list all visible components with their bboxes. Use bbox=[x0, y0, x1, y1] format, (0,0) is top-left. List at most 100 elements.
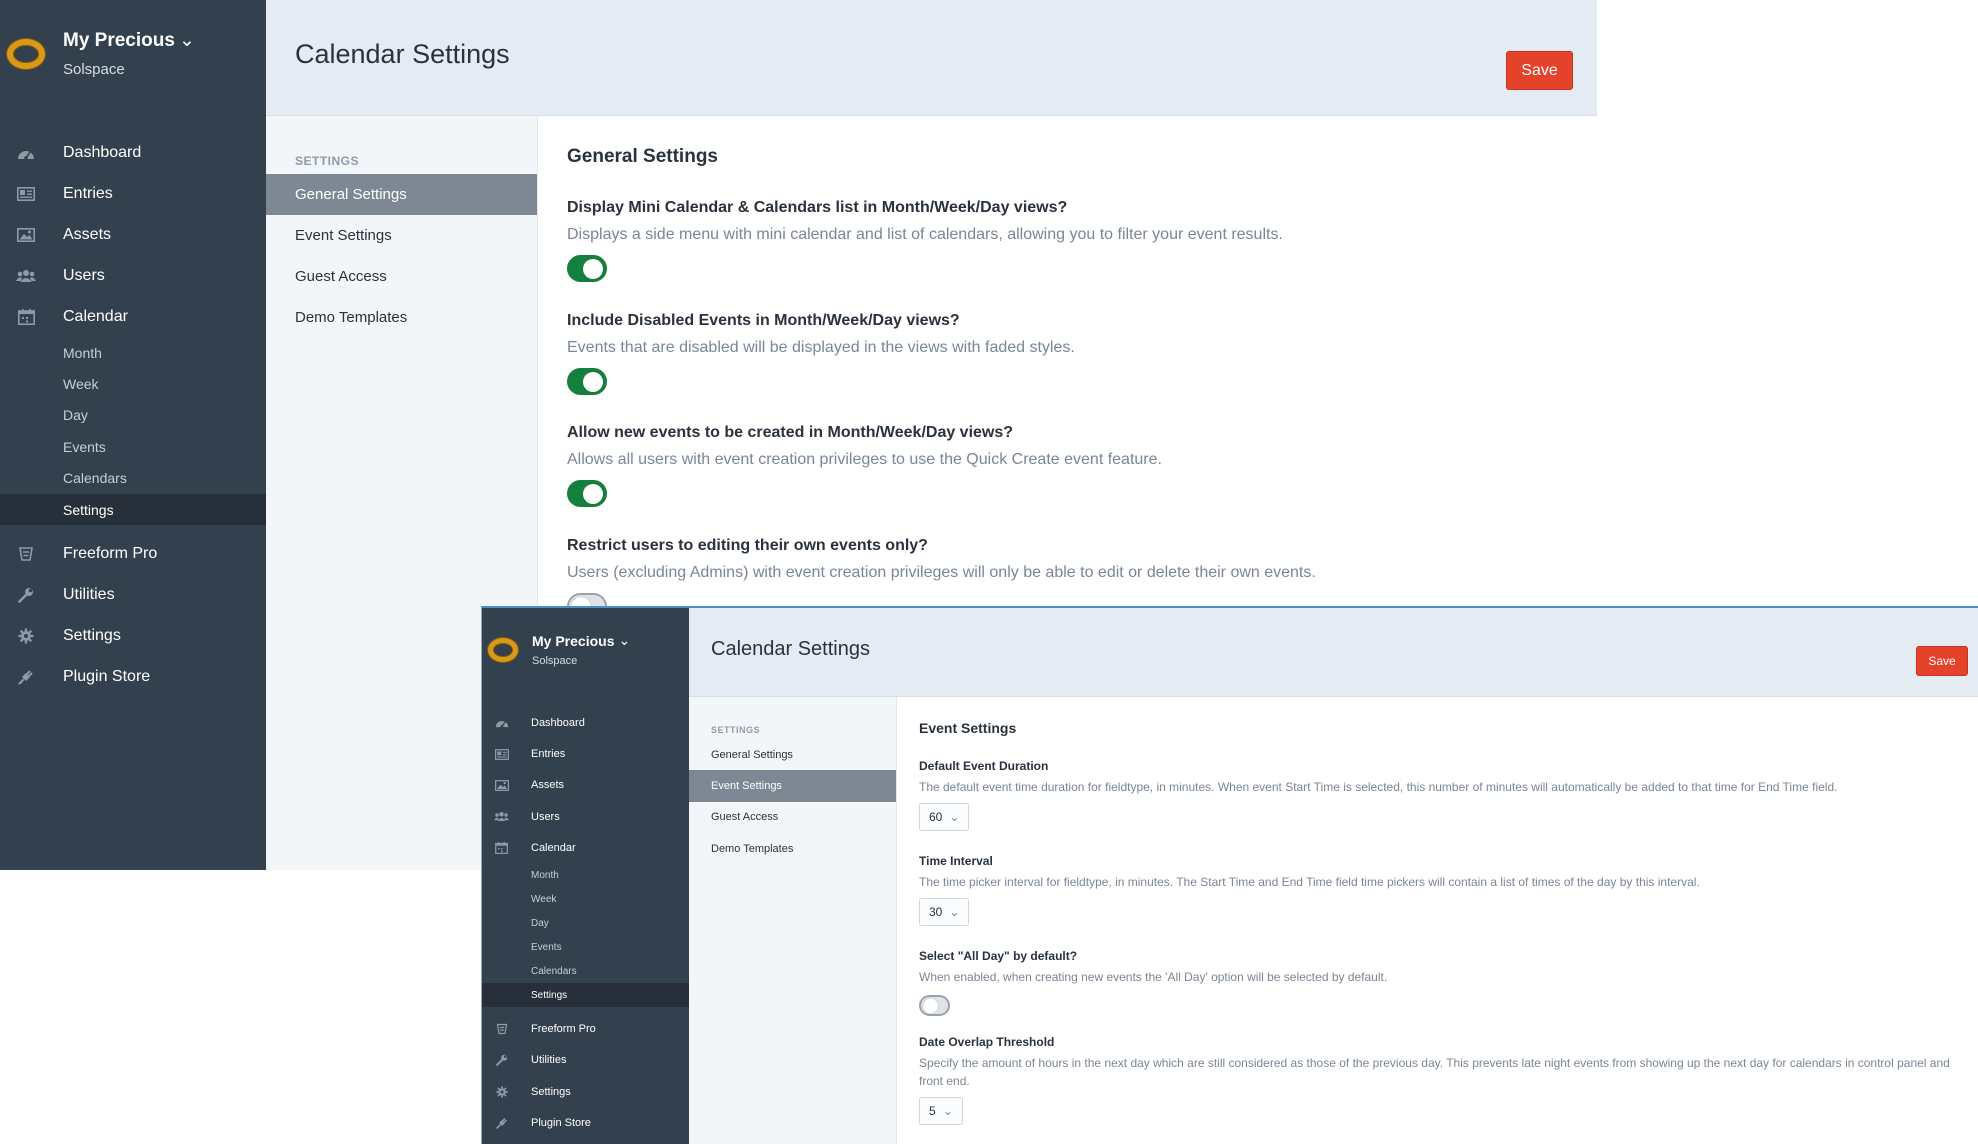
nav-item-assets[interactable]: Assets bbox=[0, 214, 266, 255]
nav-item-settings[interactable]: Settings bbox=[482, 1076, 689, 1107]
nav-sub-month[interactable]: Month bbox=[482, 864, 689, 888]
nav-label: Freeform Pro bbox=[63, 544, 158, 562]
select-value: 60 bbox=[929, 810, 943, 824]
toggle-knob bbox=[583, 483, 603, 504]
toggle-knob bbox=[583, 371, 603, 392]
nav-sub-month[interactable]: Month bbox=[0, 337, 266, 368]
setting-label: Restrict users to editing their own even… bbox=[567, 537, 928, 554]
nav-item-utilities[interactable]: Utilities bbox=[482, 1045, 689, 1076]
setting-label: Include Disabled Events in Month/Week/Da… bbox=[567, 312, 960, 329]
nav-item-dashboard[interactable]: Dashboard bbox=[0, 132, 266, 173]
nav-item-freeform[interactable]: Freeform Pro bbox=[0, 533, 266, 574]
main-nav: Dashboard Entries Assets Users Calendar … bbox=[0, 132, 266, 697]
site-name: My Precious bbox=[63, 29, 175, 51]
setting-label: Time Interval bbox=[919, 854, 993, 868]
nav-sub-week[interactable]: Week bbox=[482, 888, 689, 912]
save-button[interactable]: Save bbox=[1916, 646, 1968, 676]
freeform-icon bbox=[14, 546, 38, 562]
nav-sub-events[interactable]: Events bbox=[482, 936, 689, 960]
subnav-heading: SETTINGS bbox=[295, 154, 360, 168]
page-title: Calendar Settings bbox=[295, 39, 510, 69]
setting-disabled-events: Include Disabled Events in Month/Week/Da… bbox=[567, 312, 1075, 395]
nav-item-users[interactable]: Users bbox=[482, 801, 689, 832]
subnav-item-guest-access[interactable]: Guest Access bbox=[689, 802, 896, 833]
setting-label: Display Mini Calendar & Calendars list i… bbox=[567, 199, 1068, 216]
setting-description: Events that are disabled will be display… bbox=[567, 339, 1075, 356]
subnav-item-demo-templates[interactable]: Demo Templates bbox=[266, 297, 537, 338]
nav-label: Utilities bbox=[531, 1054, 567, 1067]
save-button[interactable]: Save bbox=[1506, 51, 1573, 90]
subnav-item-event-settings[interactable]: Event Settings bbox=[689, 770, 896, 802]
nav-sub-settings[interactable]: Settings bbox=[0, 493, 266, 526]
nav-label: Plugin Store bbox=[63, 667, 151, 685]
chevron-down-icon: ⌄ bbox=[178, 30, 195, 51]
site-brand[interactable]: My Precious ⌄ Solspace bbox=[7, 29, 195, 78]
all-day-toggle[interactable] bbox=[919, 995, 950, 1016]
nav-item-settings[interactable]: Settings bbox=[0, 615, 266, 656]
nav-item-plugin-store[interactable]: Plugin Store bbox=[482, 1107, 689, 1138]
nav-label: Freeform Pro bbox=[531, 1022, 596, 1035]
nav-label: Users bbox=[63, 266, 105, 284]
nav-sub-week[interactable]: Week bbox=[0, 368, 266, 399]
setting-default-duration: Default Event Duration The default event… bbox=[919, 759, 1958, 831]
nav-item-entries[interactable]: Entries bbox=[0, 173, 266, 214]
nav-sub-calendars[interactable]: Calendars bbox=[482, 960, 689, 984]
nav-item-users[interactable]: Users bbox=[0, 255, 266, 296]
subnav-heading: SETTINGS bbox=[711, 725, 761, 735]
dashboard-icon bbox=[493, 717, 510, 728]
nav-label: Entries bbox=[531, 748, 566, 761]
nav-item-freeform[interactable]: Freeform Pro bbox=[482, 1013, 689, 1044]
subnav-item-general-settings[interactable]: General Settings bbox=[689, 739, 896, 770]
setting-label: Date Overlap Threshold bbox=[919, 1035, 1055, 1049]
nav-label: Users bbox=[531, 810, 560, 823]
setting-quick-create: Allow new events to be created in Month/… bbox=[567, 424, 1162, 507]
site-switcher[interactable]: My Precious ⌄ bbox=[63, 29, 195, 52]
nav-item-calendar[interactable]: Calendar bbox=[0, 296, 266, 337]
main-nav: Dashboard Entries Assets Users Calendar … bbox=[482, 707, 689, 1139]
org-name: Solspace bbox=[532, 655, 578, 667]
site-name: My Precious bbox=[532, 632, 615, 649]
nav-label: Assets bbox=[531, 779, 565, 792]
setting-mini-calendar: Display Mini Calendar & Calendars list i… bbox=[567, 199, 1283, 282]
time-interval-select[interactable]: 30 ⌄ bbox=[919, 898, 970, 926]
setting-label: Allow new events to be created in Month/… bbox=[567, 424, 1014, 441]
nav-item-entries[interactable]: Entries bbox=[482, 738, 689, 769]
nav-item-calendar[interactable]: Calendar bbox=[482, 833, 689, 864]
nav-sub-day[interactable]: Day bbox=[0, 400, 266, 431]
nav-item-utilities[interactable]: Utilities bbox=[0, 574, 266, 615]
toggle-knob bbox=[923, 998, 938, 1013]
nav-sub-day[interactable]: Day bbox=[482, 912, 689, 936]
nav-label: Utilities bbox=[63, 585, 115, 603]
ring-icon bbox=[488, 638, 518, 662]
chevron-down-icon: ⌄ bbox=[949, 905, 960, 919]
nav-label: Plugin Store bbox=[531, 1117, 591, 1130]
assets-icon bbox=[493, 780, 510, 791]
nav-sub-events[interactable]: Events bbox=[0, 431, 266, 462]
nav-item-plugin-store[interactable]: Plugin Store bbox=[0, 656, 266, 697]
subnav-item-demo-templates[interactable]: Demo Templates bbox=[689, 833, 896, 864]
subnav-item-event-settings[interactable]: Event Settings bbox=[266, 215, 537, 256]
nav-item-dashboard[interactable]: Dashboard bbox=[482, 707, 689, 738]
nav-sub-settings[interactable]: Settings bbox=[482, 983, 689, 1008]
assets-icon bbox=[14, 227, 38, 242]
nav-label: Assets bbox=[63, 225, 112, 243]
setting-all-day-default: Select "All Day" by default? When enable… bbox=[919, 949, 1958, 1016]
quick-create-toggle[interactable] bbox=[567, 480, 607, 507]
site-switcher[interactable]: My Precious ⌄ bbox=[532, 632, 630, 649]
gear-icon bbox=[14, 628, 38, 644]
nav-label: Entries bbox=[63, 184, 113, 202]
default-duration-select[interactable]: 60 ⌄ bbox=[919, 803, 970, 831]
site-brand[interactable]: My Precious ⌄ Solspace bbox=[488, 632, 630, 667]
select-value: 30 bbox=[929, 905, 943, 919]
subnav-item-guest-access[interactable]: Guest Access bbox=[266, 256, 537, 297]
subnav-item-general-settings[interactable]: General Settings bbox=[266, 174, 537, 215]
disabled-events-toggle[interactable] bbox=[567, 368, 607, 395]
setting-label: Default Event Duration bbox=[919, 759, 1049, 773]
date-overlap-select[interactable]: 5 ⌄ bbox=[919, 1097, 963, 1125]
setting-label: Select "All Day" by default? bbox=[919, 949, 1078, 963]
mini-calendar-toggle[interactable] bbox=[567, 255, 607, 282]
ring-icon bbox=[7, 39, 45, 69]
nav-item-assets[interactable]: Assets bbox=[482, 770, 689, 801]
setting-description: Users (excluding Admins) with event crea… bbox=[567, 564, 1316, 581]
nav-sub-calendars[interactable]: Calendars bbox=[0, 463, 266, 494]
